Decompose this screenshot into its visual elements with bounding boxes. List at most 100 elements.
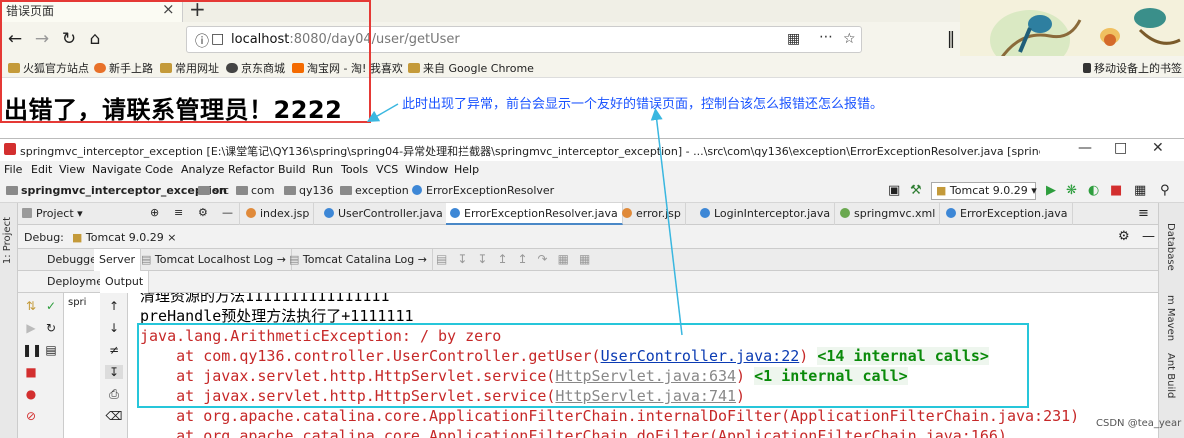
intellij-logo-icon: [4, 143, 16, 155]
hide-icon[interactable]: —: [222, 206, 233, 219]
breadcrumb-qy136[interactable]: qy136: [284, 184, 334, 197]
target-icon[interactable]: ⊕: [150, 206, 159, 219]
build-icon[interactable]: ▣: [888, 183, 900, 198]
server-icon[interactable]: ▤: [42, 343, 60, 357]
tab-tomcat-localhost-log[interactable]: ▤ Tomcat Localhost Log →: [136, 249, 292, 271]
maven-tool-button[interactable]: m Maven: [1165, 295, 1176, 341]
run-config-select[interactable]: ■ Tomcat 9.0.29 ▾: [931, 182, 1037, 200]
breadcrumb-com[interactable]: com: [236, 184, 275, 197]
tab-index-jsp[interactable]: index.jsp: [242, 203, 315, 225]
project-view-selector[interactable]: Project ▾ ⊕ ≡ ⚙ —: [18, 203, 240, 225]
maximize-icon[interactable]: □: [1114, 140, 1127, 156]
library-icon[interactable]: ‖: [940, 28, 962, 50]
menu-run[interactable]: Run: [312, 163, 333, 176]
project-structure-icon[interactable]: ▦: [1134, 183, 1146, 198]
menu-vcs[interactable]: VCS: [376, 163, 398, 176]
debug-tab-bar: Debugger Server ▤ Tomcat Localhost Log →…: [18, 249, 1158, 271]
tab-login-interceptor[interactable]: LoginInterceptor.java: [696, 203, 836, 225]
menu-code[interactable]: Code: [145, 163, 173, 176]
tab-tomcat-catalina-log[interactable]: ▤ Tomcat Catalina Log →: [284, 249, 433, 271]
tab-output[interactable]: Output: [100, 271, 150, 293]
project-icon: [22, 208, 32, 218]
cyan-highlight-frame: [137, 323, 1029, 408]
mute-breakpoints-icon[interactable]: ⊘: [22, 409, 40, 423]
ide-title-text: springmvc_interceptor_exception [E:\课堂笔记…: [20, 145, 1040, 158]
scroll-to-end-icon[interactable]: ↧: [105, 365, 123, 379]
breadcrumb-src[interactable]: src: [198, 184, 229, 197]
menu-window[interactable]: Window: [405, 163, 448, 176]
breadcrumb-project[interactable]: springmvc_interceptor_exception: [6, 184, 227, 197]
stop-icon[interactable]: ■: [1110, 183, 1122, 198]
deployment-item[interactable]: spri: [68, 297, 86, 308]
debug-icon[interactable]: ❋: [1066, 183, 1077, 198]
debug-label: Debug:: [24, 231, 64, 244]
folder-icon: [340, 186, 352, 195]
menu-build[interactable]: Build: [278, 163, 306, 176]
tab-user-controller[interactable]: UserController.java: [320, 203, 448, 225]
screenshot-root: 错误页面 × + ← → ↻ ⌂ ⓘ □ localhost:8080/day0…: [0, 0, 1184, 438]
tomcat-icon: ■: [72, 231, 83, 244]
scroll-up-icon[interactable]: ↑: [105, 299, 123, 313]
bookmark-item[interactable]: 来自 Google Chrome: [408, 60, 534, 76]
bookmark-star-icon[interactable]: ☆: [843, 31, 856, 47]
tab-server[interactable]: Server: [94, 249, 142, 271]
coverage-icon[interactable]: ◐: [1088, 183, 1099, 198]
database-tool-button[interactable]: Database: [1165, 223, 1176, 271]
debug-left-toolbar: ⇅ ▶ ❚❚ ■ ● ⊘ ↻ ▤ ✓: [18, 293, 64, 438]
tab-error-exception-resolver[interactable]: ErrorExceptionResolver.java: [446, 203, 623, 225]
breadcrumb-class[interactable]: ErrorExceptionResolver: [412, 184, 554, 197]
breadcrumb: springmvc_interceptor_exception src com …: [0, 179, 1184, 203]
menu-tools[interactable]: Tools: [341, 163, 368, 176]
close-window-icon[interactable]: ✕: [1152, 140, 1164, 156]
stop-icon[interactable]: ■: [22, 365, 40, 379]
tab-list-icon[interactable]: ≡: [1138, 206, 1149, 221]
menu-file[interactable]: File: [4, 163, 22, 176]
console-line: 清理资源的方法1111111111111111: [140, 293, 390, 305]
menu-view[interactable]: View: [59, 163, 85, 176]
settings-gear-icon[interactable]: ⚙: [1118, 229, 1130, 244]
search-icon[interactable]: ⚲: [1160, 183, 1170, 198]
hide-panel-icon[interactable]: —: [1142, 229, 1155, 244]
breadcrumb-exception[interactable]: exception: [340, 184, 409, 197]
folder-icon: [408, 63, 420, 73]
xml-icon: [840, 208, 850, 218]
class-icon: [324, 208, 334, 218]
tab-springmvc-xml[interactable]: springmvc.xml: [836, 203, 941, 225]
tomcat-icon: ■: [936, 184, 947, 197]
debug-step-icons[interactable]: ▤↧↧↥↥↷▦▦: [436, 252, 600, 266]
view-breakpoints-icon[interactable]: ●: [22, 387, 40, 401]
pause-icon[interactable]: ❚❚: [22, 343, 42, 357]
soft-wrap-icon[interactable]: ≠: [105, 343, 123, 357]
menu-help[interactable]: Help: [454, 163, 479, 176]
class-icon: [946, 208, 956, 218]
ide-title-bar: springmvc_interceptor_exception [E:\课堂笔记…: [0, 139, 1184, 161]
more-actions-icon[interactable]: ⋯: [819, 29, 833, 45]
collapse-icon[interactable]: ≡: [174, 206, 183, 219]
hammer-icon[interactable]: ⚒: [910, 183, 922, 198]
stack-trace-line: at org.apache.catalina.core.ApplicationF…: [140, 407, 1080, 425]
scroll-down-icon[interactable]: ↓: [105, 321, 123, 335]
print-icon[interactable]: ⎙: [105, 387, 123, 402]
mobile-bookmarks[interactable]: 移动设备上的书签: [1083, 60, 1182, 76]
resume-icon[interactable]: ▶: [22, 321, 40, 335]
sync-icon[interactable]: ⇅: [22, 299, 40, 313]
debug-header: Debug: ■ Tomcat 9.0.29 × ⚙ —: [18, 225, 1158, 249]
ant-build-tool-button[interactable]: Ant Build: [1165, 353, 1176, 398]
tab-error-jsp[interactable]: error.jsp: [618, 203, 686, 225]
minimize-icon[interactable]: —: [1078, 140, 1092, 156]
debug-config-tab[interactable]: ■ Tomcat 9.0.29 ×: [72, 231, 177, 244]
redeploy-icon[interactable]: ↻: [42, 321, 60, 335]
run-icon[interactable]: ▶: [1046, 183, 1056, 198]
menu-navigate[interactable]: Navigate: [92, 163, 141, 176]
menu-refactor[interactable]: Refactor: [228, 163, 274, 176]
menu-analyze[interactable]: Analyze: [181, 163, 224, 176]
menu-edit[interactable]: Edit: [31, 163, 52, 176]
project-tool-window-button[interactable]: 1: Project: [2, 217, 13, 264]
tab-error-exception[interactable]: ErrorException.java: [942, 203, 1073, 225]
deploy-item-icon: ✓: [45, 299, 57, 313]
editor-tab-bar: Project ▾ ⊕ ≡ ⚙ — index.jsp UserControll…: [0, 203, 1184, 225]
class-icon: [450, 208, 460, 218]
clear-trash-icon[interactable]: ⌫: [105, 409, 123, 423]
qr-code-icon[interactable]: ▦: [787, 31, 800, 47]
gear-icon[interactable]: ⚙: [198, 206, 208, 219]
